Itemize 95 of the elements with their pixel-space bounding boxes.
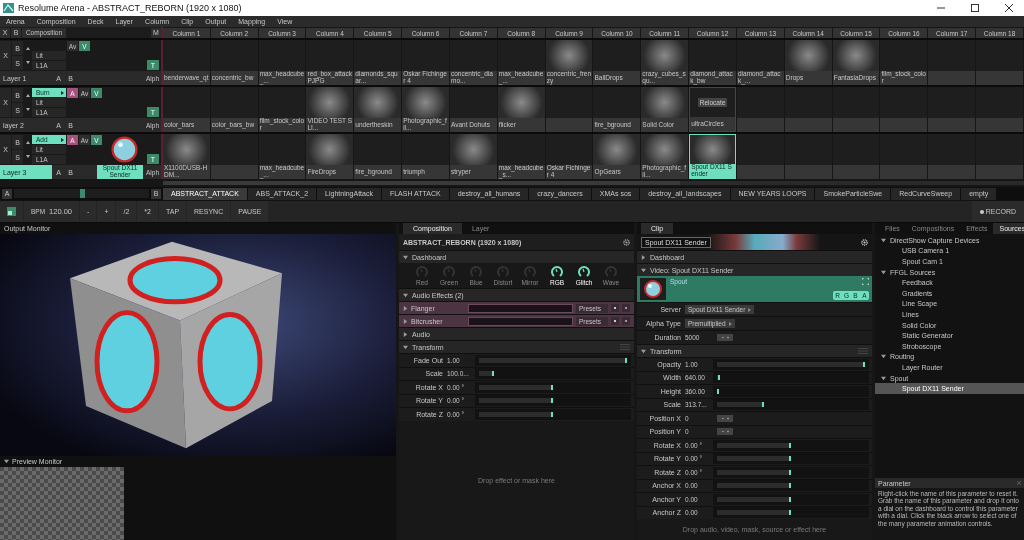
slider-fill[interactable]	[479, 357, 627, 363]
caret-icon[interactable]	[4, 459, 9, 464]
down-arrow-icon[interactable]	[25, 155, 30, 159]
thumbnail-placeholder	[354, 87, 402, 118]
caret-icon[interactable]	[641, 348, 646, 354]
thumbnail-placeholder	[641, 87, 689, 118]
slider-fill[interactable]	[717, 375, 720, 381]
clip-thumbnail-drawing	[640, 278, 666, 300]
maximize-icon[interactable]	[971, 4, 979, 12]
thumbnail-placeholder	[163, 134, 210, 165]
thumbnail-placeholder	[545, 40, 593, 71]
thumbnail-placeholder	[450, 134, 497, 165]
minimize-icon[interactable]	[937, 4, 945, 12]
clip-slot[interactable]	[928, 87, 976, 132]
up-arrow-icon[interactable]	[25, 140, 30, 144]
thumbnail-placeholder	[402, 87, 449, 118]
dial-knob-icon	[605, 265, 617, 278]
effect-mix-bar[interactable]	[468, 303, 573, 313]
caret-icon[interactable]	[641, 267, 646, 273]
caret-icon[interactable]	[403, 254, 408, 260]
dial-knob-icon	[551, 265, 563, 278]
stepper-icon[interactable]	[717, 414, 733, 422]
thumbnail-placeholder	[497, 87, 545, 118]
clip-slot[interactable]	[737, 134, 784, 179]
caret-icon[interactable]	[881, 375, 886, 381]
slider-fill[interactable]	[717, 483, 791, 489]
slider-fill[interactable]	[717, 442, 791, 448]
window-title: Resolume Arena - ABSTRACT_REBORN (1920 x 1080)	[18, 3, 243, 13]
app-logo-icon	[3, 3, 14, 13]
thumbnail-placeholder	[593, 134, 641, 165]
thumbnail-placeholder	[832, 40, 880, 71]
preview-thumbnail-drawing	[110, 136, 138, 163]
clip-slot[interactable]	[784, 134, 832, 179]
horizontal-scrollbar[interactable]	[163, 181, 1024, 185]
slider-fill[interactable]	[717, 456, 791, 462]
slider-fill[interactable]	[479, 371, 494, 377]
caret-icon[interactable]	[403, 305, 408, 311]
settings-icon[interactable]	[861, 238, 868, 246]
slider-fill[interactable]	[717, 361, 865, 367]
dot-icon	[979, 209, 984, 214]
clip-slot[interactable]	[784, 87, 832, 132]
dial-knob-icon	[416, 265, 428, 278]
up-arrow-icon[interactable]	[25, 46, 30, 50]
slider-fill[interactable]	[717, 496, 791, 502]
clip-slot[interactable]	[976, 87, 1023, 132]
caret-icon	[61, 137, 64, 142]
clip-slot[interactable]	[976, 40, 1023, 85]
clip-slot[interactable]	[832, 87, 880, 132]
slider-fill[interactable]	[479, 411, 553, 417]
caret-icon[interactable]	[881, 269, 886, 275]
settings-icon[interactable]	[623, 238, 630, 246]
clip-slot[interactable]	[545, 87, 593, 132]
down-arrow-icon[interactable]	[25, 61, 30, 65]
caret-icon[interactable]	[403, 331, 408, 337]
thumbnail-placeholder	[784, 40, 832, 71]
up-arrow-icon[interactable]	[25, 93, 30, 97]
caret-icon	[61, 90, 64, 95]
caret-icon[interactable]	[403, 292, 408, 298]
caret-icon[interactable]	[881, 237, 886, 243]
slider-fill[interactable]	[717, 510, 791, 516]
thumbnail-placeholder	[641, 40, 689, 71]
square-icon[interactable]	[7, 207, 16, 216]
thumbnail-placeholder	[306, 87, 354, 118]
clip-slot[interactable]	[928, 40, 976, 85]
thumbnail-placeholder	[641, 134, 689, 165]
caret-icon[interactable]	[403, 318, 408, 324]
thumbnail-placeholder	[690, 135, 735, 164]
dial-knob-icon	[443, 265, 455, 278]
clip-slot[interactable]	[737, 87, 784, 132]
clip-slot[interactable]	[210, 134, 258, 179]
slider-fill[interactable]	[717, 469, 791, 475]
caret-icon[interactable]	[641, 254, 646, 260]
fit-icon[interactable]	[862, 278, 869, 285]
slider-fill[interactable]	[479, 384, 553, 390]
clip-slot[interactable]	[880, 87, 928, 132]
caret-icon	[748, 307, 752, 312]
crossfader-handle[interactable]	[79, 189, 85, 198]
effect-mix-bar[interactable]	[468, 316, 573, 326]
clip-slot[interactable]	[880, 134, 928, 179]
clip-slot[interactable]	[976, 134, 1023, 179]
dial-knob-icon	[470, 265, 482, 278]
stepper-icon[interactable]	[717, 334, 733, 341]
down-arrow-icon[interactable]	[25, 108, 30, 112]
caret-icon[interactable]	[403, 344, 408, 350]
dial-knob-icon	[497, 265, 509, 278]
caret-icon	[728, 321, 732, 326]
dial-knob-icon	[524, 265, 536, 278]
caret-icon[interactable]	[881, 354, 886, 360]
clip-slot[interactable]	[928, 134, 976, 179]
thumbnail-placeholder	[306, 134, 354, 165]
dial-knob-icon	[578, 265, 590, 278]
stepper-icon[interactable]	[717, 428, 733, 436]
clip-slot[interactable]	[832, 134, 880, 179]
slider-fill[interactable]	[479, 398, 553, 404]
slider-fill[interactable]	[717, 402, 765, 408]
